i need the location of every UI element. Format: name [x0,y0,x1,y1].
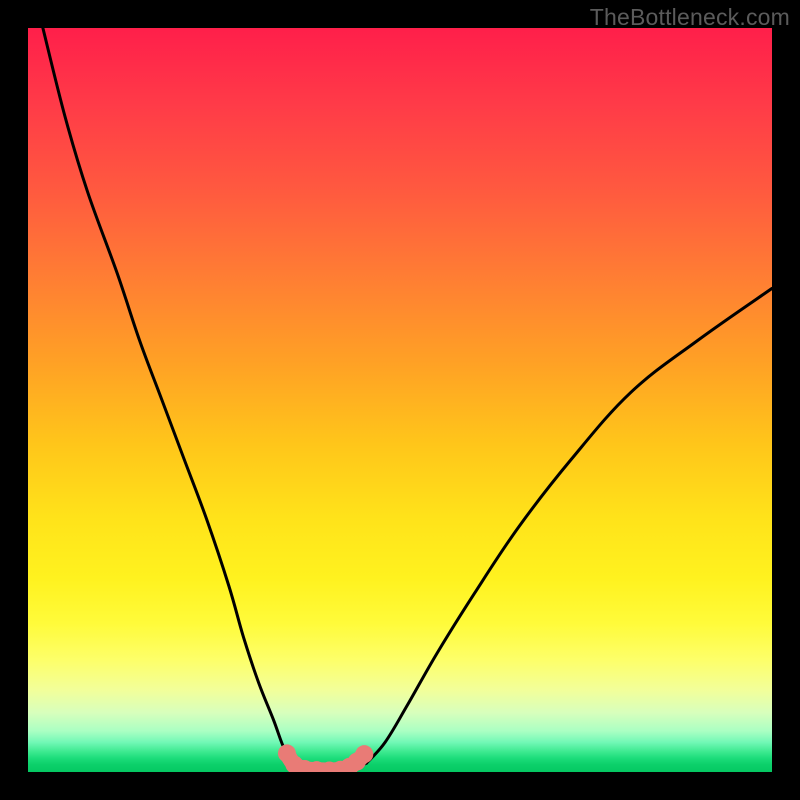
curve-right-branch [367,288,772,763]
valley-marker-dots [278,744,373,772]
frame: TheBottleneck.com [0,0,800,800]
watermark-text: TheBottleneck.com [590,4,790,31]
curve-left-branch [43,28,296,765]
plot-area [28,28,772,772]
valley-marker-dot [355,745,373,763]
chart-svg [28,28,772,772]
